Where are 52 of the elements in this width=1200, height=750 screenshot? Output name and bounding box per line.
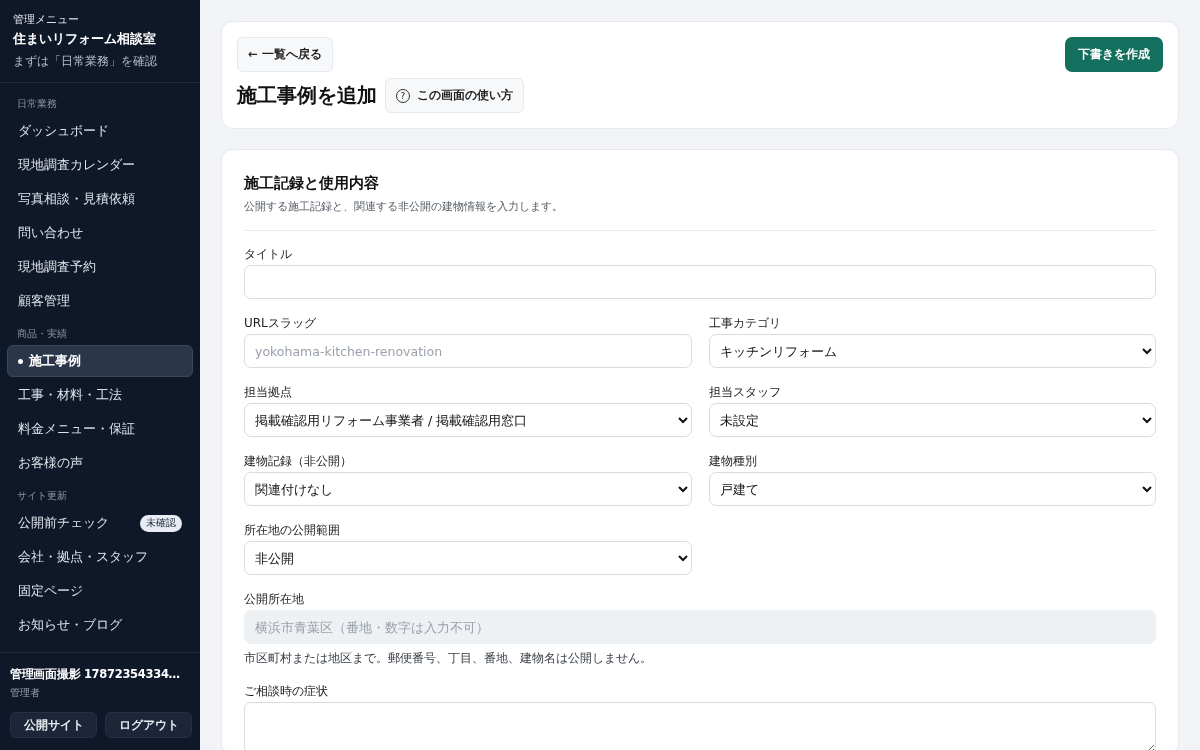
user-name: 管理画面撮影 17872354334… [10, 667, 181, 682]
field-label: タイトル [244, 246, 293, 263]
textarea-field[interactable] [244, 702, 1156, 750]
select-field[interactable]: 関連付けなし [244, 472, 692, 506]
nav-section-heading: 日常業務 [16, 97, 58, 111]
status-badge: 未確認 [140, 514, 182, 532]
brand-name: 住まいリフォーム相談室 [13, 30, 157, 48]
field-label: 公開所在地 [244, 591, 305, 608]
nav-section-heading: 商品・実績 [16, 327, 68, 341]
input-field[interactable] [244, 265, 1156, 299]
field-label: ご相談時の症状 [244, 683, 329, 700]
sidebar-button[interactable]: 公開サイト [10, 712, 97, 738]
create-draft-button[interactable]: 下書きを作成 [1065, 37, 1163, 72]
select-field[interactable]: 未設定 [708, 403, 1156, 437]
sidebar-item[interactable]: 固定ページ [7, 575, 193, 607]
section-title: 施工記録と使用内容 [244, 174, 380, 193]
sidebar-item[interactable]: ダッシュボード [7, 115, 193, 147]
field-label: 建物記録（非公開） [244, 453, 353, 470]
field-label: 工事カテゴリ [708, 315, 782, 332]
sidebar-item[interactable]: 現地調査カレンダー [7, 149, 193, 181]
sidebar-item[interactable]: 施工事例 [7, 345, 193, 377]
field-label: 担当スタッフ [708, 384, 782, 401]
select-field[interactable]: 戸建て [708, 472, 1156, 506]
sidebar-item[interactable]: お知らせ・ブログ [7, 609, 193, 641]
field-label: 建物種別 [708, 453, 758, 470]
page-title: 施工事例を追加 [237, 82, 377, 109]
sidebar-hint: まずは「日常業務」を確認 [13, 53, 158, 70]
field-note: 市区町村または地区まで。郵便番号、丁目、番地、建物名は公開しません。 [244, 650, 653, 667]
sidebar-item[interactable]: 写真相談・見積依頼 [7, 183, 193, 215]
sidebar-button[interactable]: ログアウト [105, 712, 192, 738]
nav-section-heading: サイト更新 [16, 489, 68, 503]
sidebar-item[interactable]: 工事・材料・工法 [7, 379, 193, 411]
sidebar-item[interactable]: お客様の声 [7, 447, 193, 479]
field-label: 担当拠点 [244, 384, 293, 401]
select-field[interactable]: 非公開 [244, 541, 692, 575]
sidebar-item[interactable]: 問い合わせ [7, 217, 193, 249]
select-field[interactable]: キッチンリフォーム [708, 334, 1156, 368]
user-role: 管理者 [10, 686, 41, 700]
section-description: 公開する施工記録と、関連する非公開の建物情報を入力します。 [244, 199, 564, 214]
field-label: URLスラッグ [244, 315, 317, 332]
dot-icon [18, 358, 23, 364]
sidebar-item[interactable]: 公開前チェック 未確認 [7, 507, 193, 539]
sidebar-item[interactable]: 料金メニュー・保証 [7, 413, 193, 445]
input-field[interactable]: yokohama-kitchen-renovation [244, 334, 692, 368]
help-button[interactable]: ? この画面の使い方 [385, 78, 524, 113]
back-button[interactable]: ← 一覧へ戻る [237, 37, 333, 72]
sidebar-item[interactable]: 現地調査予約 [7, 251, 193, 283]
select-field[interactable]: 掲載確認用リフォーム事業者 / 掲載確認用窓口 [244, 403, 692, 437]
sidebar-item[interactable]: 顧客管理 [7, 285, 193, 317]
sidebar-item[interactable]: 会社・拠点・スタッフ [7, 541, 193, 573]
menu-caption: 管理メニュー [13, 12, 80, 27]
field-label: 所在地の公開範囲 [244, 522, 341, 539]
